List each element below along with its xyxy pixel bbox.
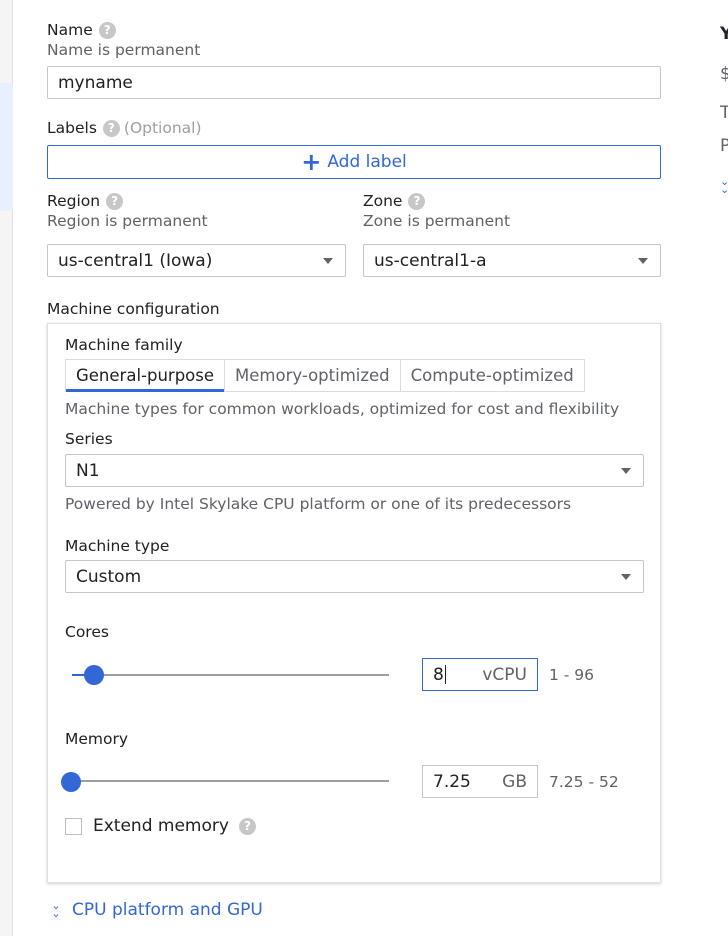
left-rail (0, 0, 13, 936)
region-value: us-central1 (Iowa) (58, 250, 213, 271)
extend-memory-help-icon[interactable]: ? (238, 818, 256, 835)
cores-input[interactable]: 8 vCPU (422, 658, 538, 691)
cores-slider-track[interactable] (72, 674, 389, 676)
machine-family-tabs: General-purpose Memory-optimized Compute… (65, 359, 585, 392)
labels-optional: (Optional) (123, 119, 202, 137)
cpu-platform-gpu-link[interactable]: ⌄ ⌄ CPU platform and GPU (50, 899, 263, 920)
memory-input[interactable]: 7.25 GB (422, 765, 538, 798)
cores-value: 8 (433, 664, 444, 685)
zone-value: us-central1-a (374, 250, 487, 271)
memory-slider-thumb[interactable] (61, 772, 81, 792)
dropdown-caret-icon (621, 467, 631, 474)
series-desc: Powered by Intel Skylake CPU platform or… (65, 495, 572, 513)
right-panel-title: Y (720, 24, 728, 44)
series-label: Series (65, 430, 113, 448)
cores-unit: vCPU (482, 664, 527, 685)
memory-label: Memory (65, 730, 129, 748)
extend-memory-row: Extend memory? (93, 816, 256, 836)
memory-value: 7.25 (433, 771, 471, 792)
tab-memory-optimized[interactable]: Memory-optimized (225, 360, 401, 391)
region-label: Region (47, 192, 101, 210)
region-label-row: Region? (47, 192, 124, 210)
region-sub: Region is permanent (47, 212, 208, 230)
extend-memory-checkbox[interactable] (65, 818, 82, 835)
labels-label: Labels (47, 119, 97, 137)
zone-select[interactable]: us-central1-a (363, 244, 661, 277)
machine-type-value: Custom (76, 566, 142, 587)
name-input[interactable]: myname (47, 66, 661, 99)
name-sub: Name is permanent (47, 41, 201, 59)
cores-slider-thumb[interactable] (84, 665, 104, 685)
machine-type-select[interactable]: Custom (65, 560, 644, 593)
extend-memory-label[interactable]: Extend memory (93, 816, 229, 836)
machine-family-label: Machine family (65, 336, 183, 354)
name-input-value: myname (58, 72, 133, 93)
machine-family-desc: Machine types for common workloads, opti… (65, 400, 620, 418)
right-panel-price: $ (720, 64, 728, 84)
dropdown-caret-icon (638, 257, 648, 264)
name-label: Name (47, 21, 93, 39)
zone-label: Zone (363, 192, 403, 210)
text-cursor (444, 665, 446, 684)
right-panel-line4: P (720, 136, 728, 156)
memory-unit: GB (502, 771, 527, 792)
right-panel-chevron-icon[interactable]: ⌄ ⌄ (720, 176, 728, 195)
name-help-icon[interactable]: ? (98, 22, 116, 39)
tab-compute-optimized[interactable]: Compute-optimized (401, 360, 584, 391)
tab-general-purpose[interactable]: General-purpose (66, 360, 226, 392)
add-label-button[interactable]: + Add label (47, 145, 661, 179)
right-panel-line3: T (720, 103, 728, 123)
machine-config-label: Machine configuration (47, 300, 220, 318)
zone-sub: Zone is permanent (363, 212, 511, 230)
machine-type-label: Machine type (65, 537, 170, 555)
memory-range: 7.25 - 52 (549, 773, 619, 791)
cores-label: Cores (65, 623, 109, 641)
name-label-row: Name? (47, 21, 116, 39)
labels-help-icon[interactable]: ? (102, 120, 120, 137)
cpu-platform-gpu-text: CPU platform and GPU (72, 900, 263, 920)
cores-range: 1 - 96 (549, 666, 595, 684)
zone-help-icon[interactable]: ? (408, 193, 426, 210)
labels-label-row: Labels? (Optional) (47, 119, 202, 137)
left-rail-highlight (0, 83, 13, 211)
dropdown-caret-icon (323, 257, 333, 264)
dropdown-caret-icon (621, 573, 631, 580)
plus-icon: + (301, 148, 322, 176)
region-select[interactable]: us-central1 (Iowa) (47, 244, 346, 277)
series-select[interactable]: N1 (65, 454, 644, 487)
zone-label-row: Zone? (363, 192, 426, 210)
add-label-text: Add label (327, 152, 407, 172)
series-value: N1 (76, 460, 100, 481)
double-chevron-down-icon: ⌄ ⌄ (51, 899, 61, 920)
memory-slider-track[interactable] (72, 780, 389, 782)
region-help-icon[interactable]: ? (106, 193, 124, 210)
